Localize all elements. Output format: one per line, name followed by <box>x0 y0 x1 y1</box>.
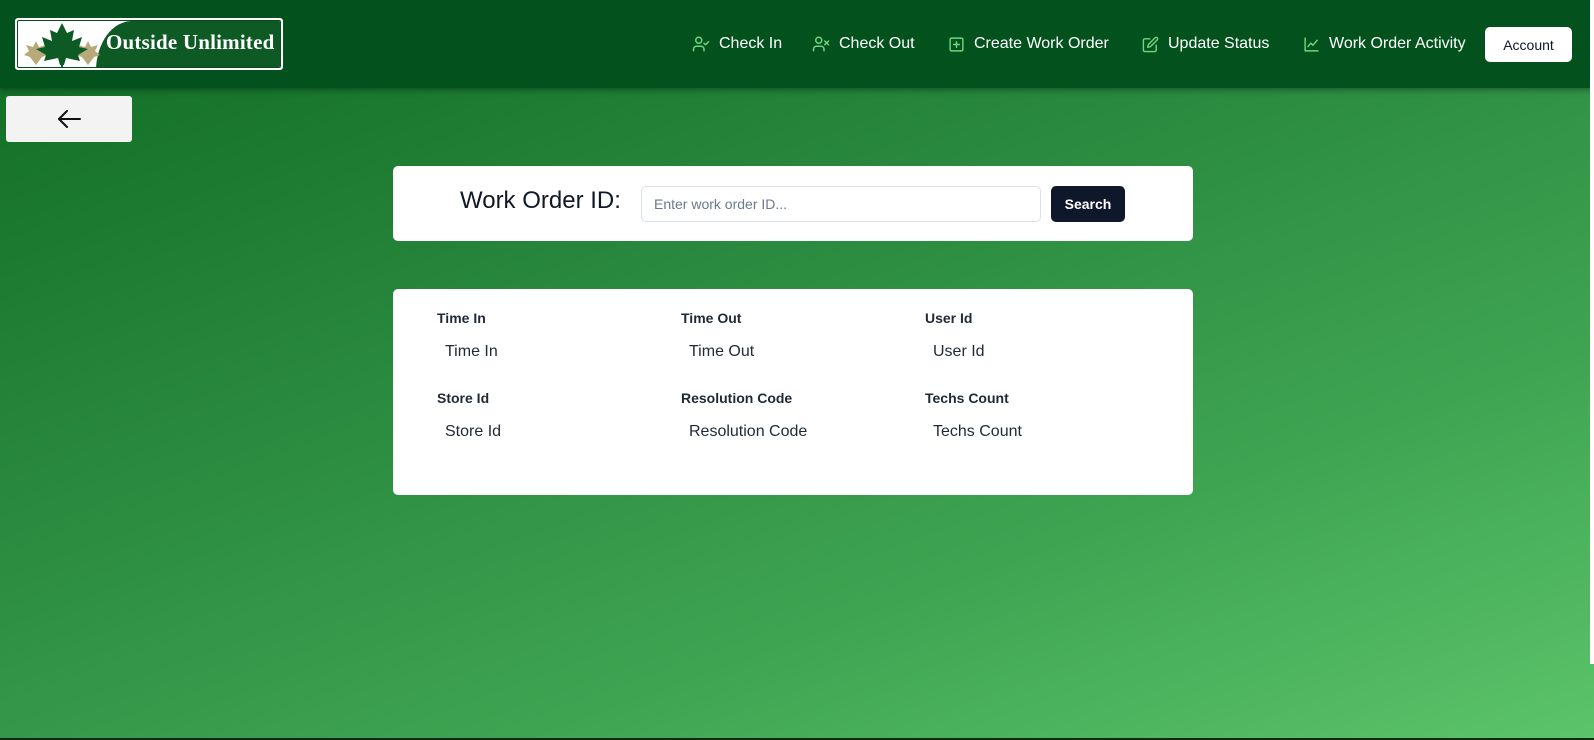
nav-check-in-label: Check In <box>719 35 783 52</box>
search-button[interactable]: Search <box>1051 186 1125 222</box>
nav-create-work-order[interactable]: Create Work Order <box>948 26 1109 62</box>
line-chart-icon <box>1304 36 1319 52</box>
field-value: Store Id <box>445 423 502 440</box>
plus-square-icon <box>949 36 964 52</box>
field-resolution-code: Resolution Code Resolution Code <box>681 390 911 441</box>
user-x-icon <box>812 36 830 52</box>
nav-work-order-activity[interactable]: Work Order Activity <box>1303 26 1466 62</box>
field-value: Resolution Code <box>689 423 808 440</box>
nav-create-work-order-label: Create Work Order <box>974 35 1109 52</box>
logo-frame: Outside Unlimited <box>17 20 281 68</box>
field-label: Resolution Code <box>681 390 793 406</box>
field-user-id: User Id User Id <box>925 310 1155 361</box>
account-button[interactable]: Account <box>1485 27 1572 62</box>
back-button[interactable] <box>6 96 132 142</box>
nav-check-out[interactable]: Check Out <box>812 26 915 62</box>
nav-work-order-activity-label: Work Order Activity <box>1329 35 1466 52</box>
field-value: Techs Count <box>933 423 1022 440</box>
maple-leaf-icon <box>24 23 100 67</box>
field-label: Techs Count <box>925 390 1009 406</box>
field-label: Time In <box>437 310 486 326</box>
field-value: Time In <box>445 343 498 360</box>
field-label: Time Out <box>681 310 742 326</box>
work-order-details-card: Time In Time In Time Out Time Out User I… <box>393 289 1193 495</box>
field-time-in: Time In Time In <box>437 310 667 361</box>
field-techs-count: Techs Count Techs Count <box>925 390 1155 441</box>
logo[interactable]: Outside Unlimited <box>15 18 283 70</box>
nav-update-status[interactable]: Update Status <box>1142 26 1269 62</box>
field-value: Time Out <box>689 343 755 360</box>
search-card: Work Order ID: Search <box>393 166 1193 241</box>
arrow-left-icon <box>58 110 81 128</box>
nav-check-in[interactable]: Check In <box>692 26 782 62</box>
field-label: Store Id <box>437 390 490 406</box>
nav-update-status-label: Update Status <box>1168 35 1270 52</box>
edit-icon <box>1142 36 1159 52</box>
field-time-out: Time Out Time Out <box>681 310 911 361</box>
logo-text: Outside Unlimited <box>106 30 275 54</box>
field-store-id: Store Id Store Id <box>437 390 667 441</box>
page-scrollbar[interactable] <box>1590 0 1594 664</box>
work-order-id-label: Work Order ID: <box>460 187 621 214</box>
field-label: User Id <box>925 310 973 326</box>
field-value: User Id <box>933 343 985 360</box>
user-check-icon <box>692 36 710 52</box>
nav-check-out-label: Check Out <box>839 35 915 52</box>
work-order-id-input[interactable] <box>641 186 1041 222</box>
